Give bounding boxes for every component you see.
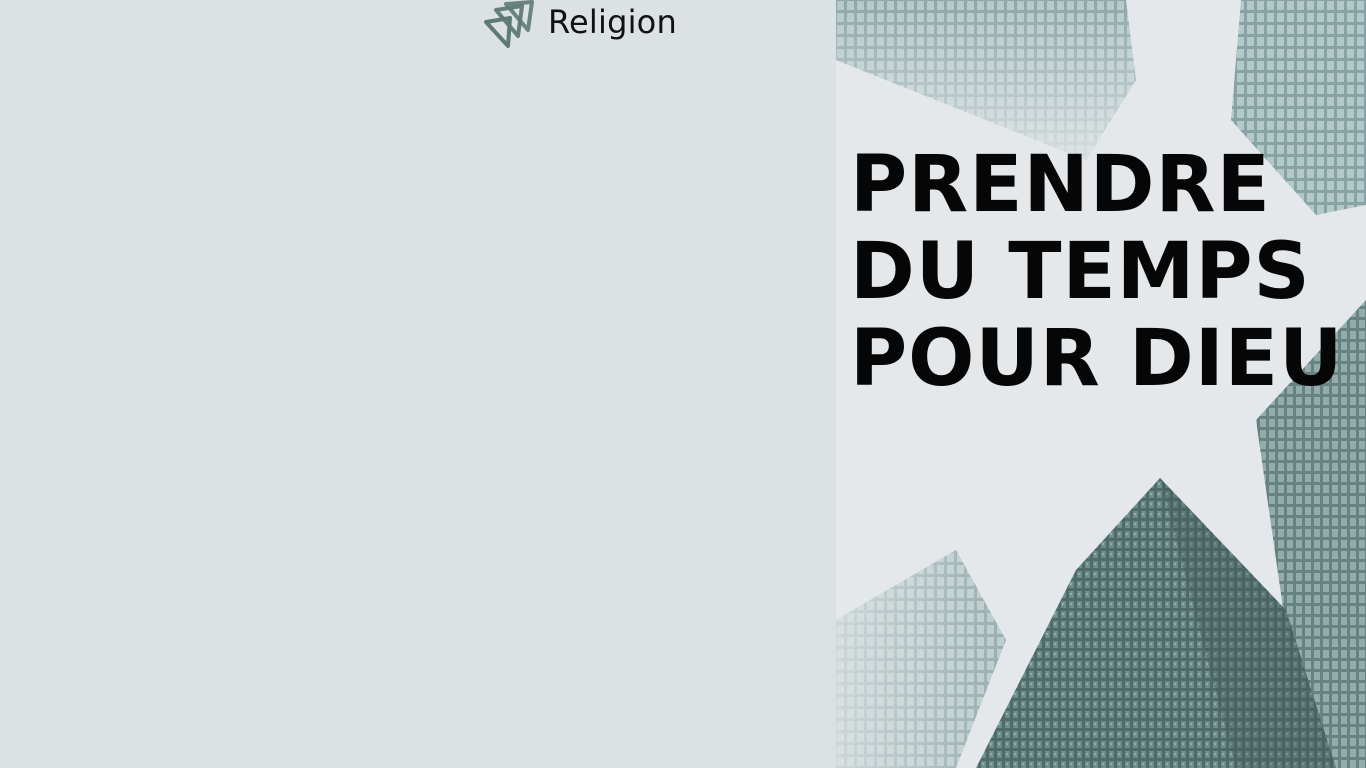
layered-chevron-logo-icon xyxy=(484,0,534,48)
headline-line-2: DU TEMPS xyxy=(850,227,1311,317)
headline-line-1: PRENDRE xyxy=(850,140,1271,230)
brand-header: Religion xyxy=(482,0,677,50)
brand-name: Religion xyxy=(548,3,677,41)
page: Religion PRENDRE DU TEMPS POUR DIEU xyxy=(0,0,1366,768)
headline: PRENDRE DU TEMPS POUR DIEU xyxy=(850,142,1343,403)
headline-line-3: POUR DIEU xyxy=(850,314,1344,404)
